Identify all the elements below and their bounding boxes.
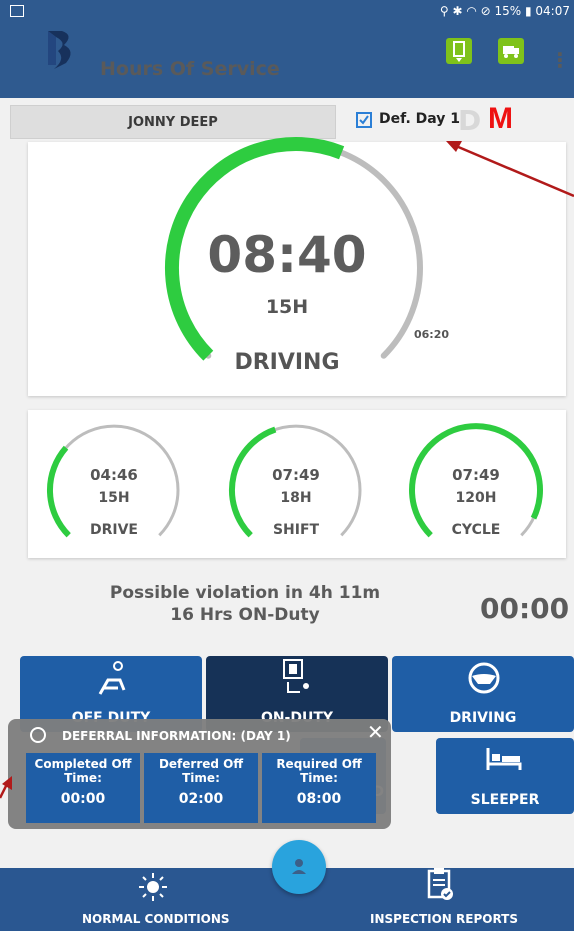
annotation-arrow-top	[446, 141, 574, 198]
annotation-arrow-left	[0, 776, 12, 799]
annotation-arrows	[0, 141, 574, 799]
